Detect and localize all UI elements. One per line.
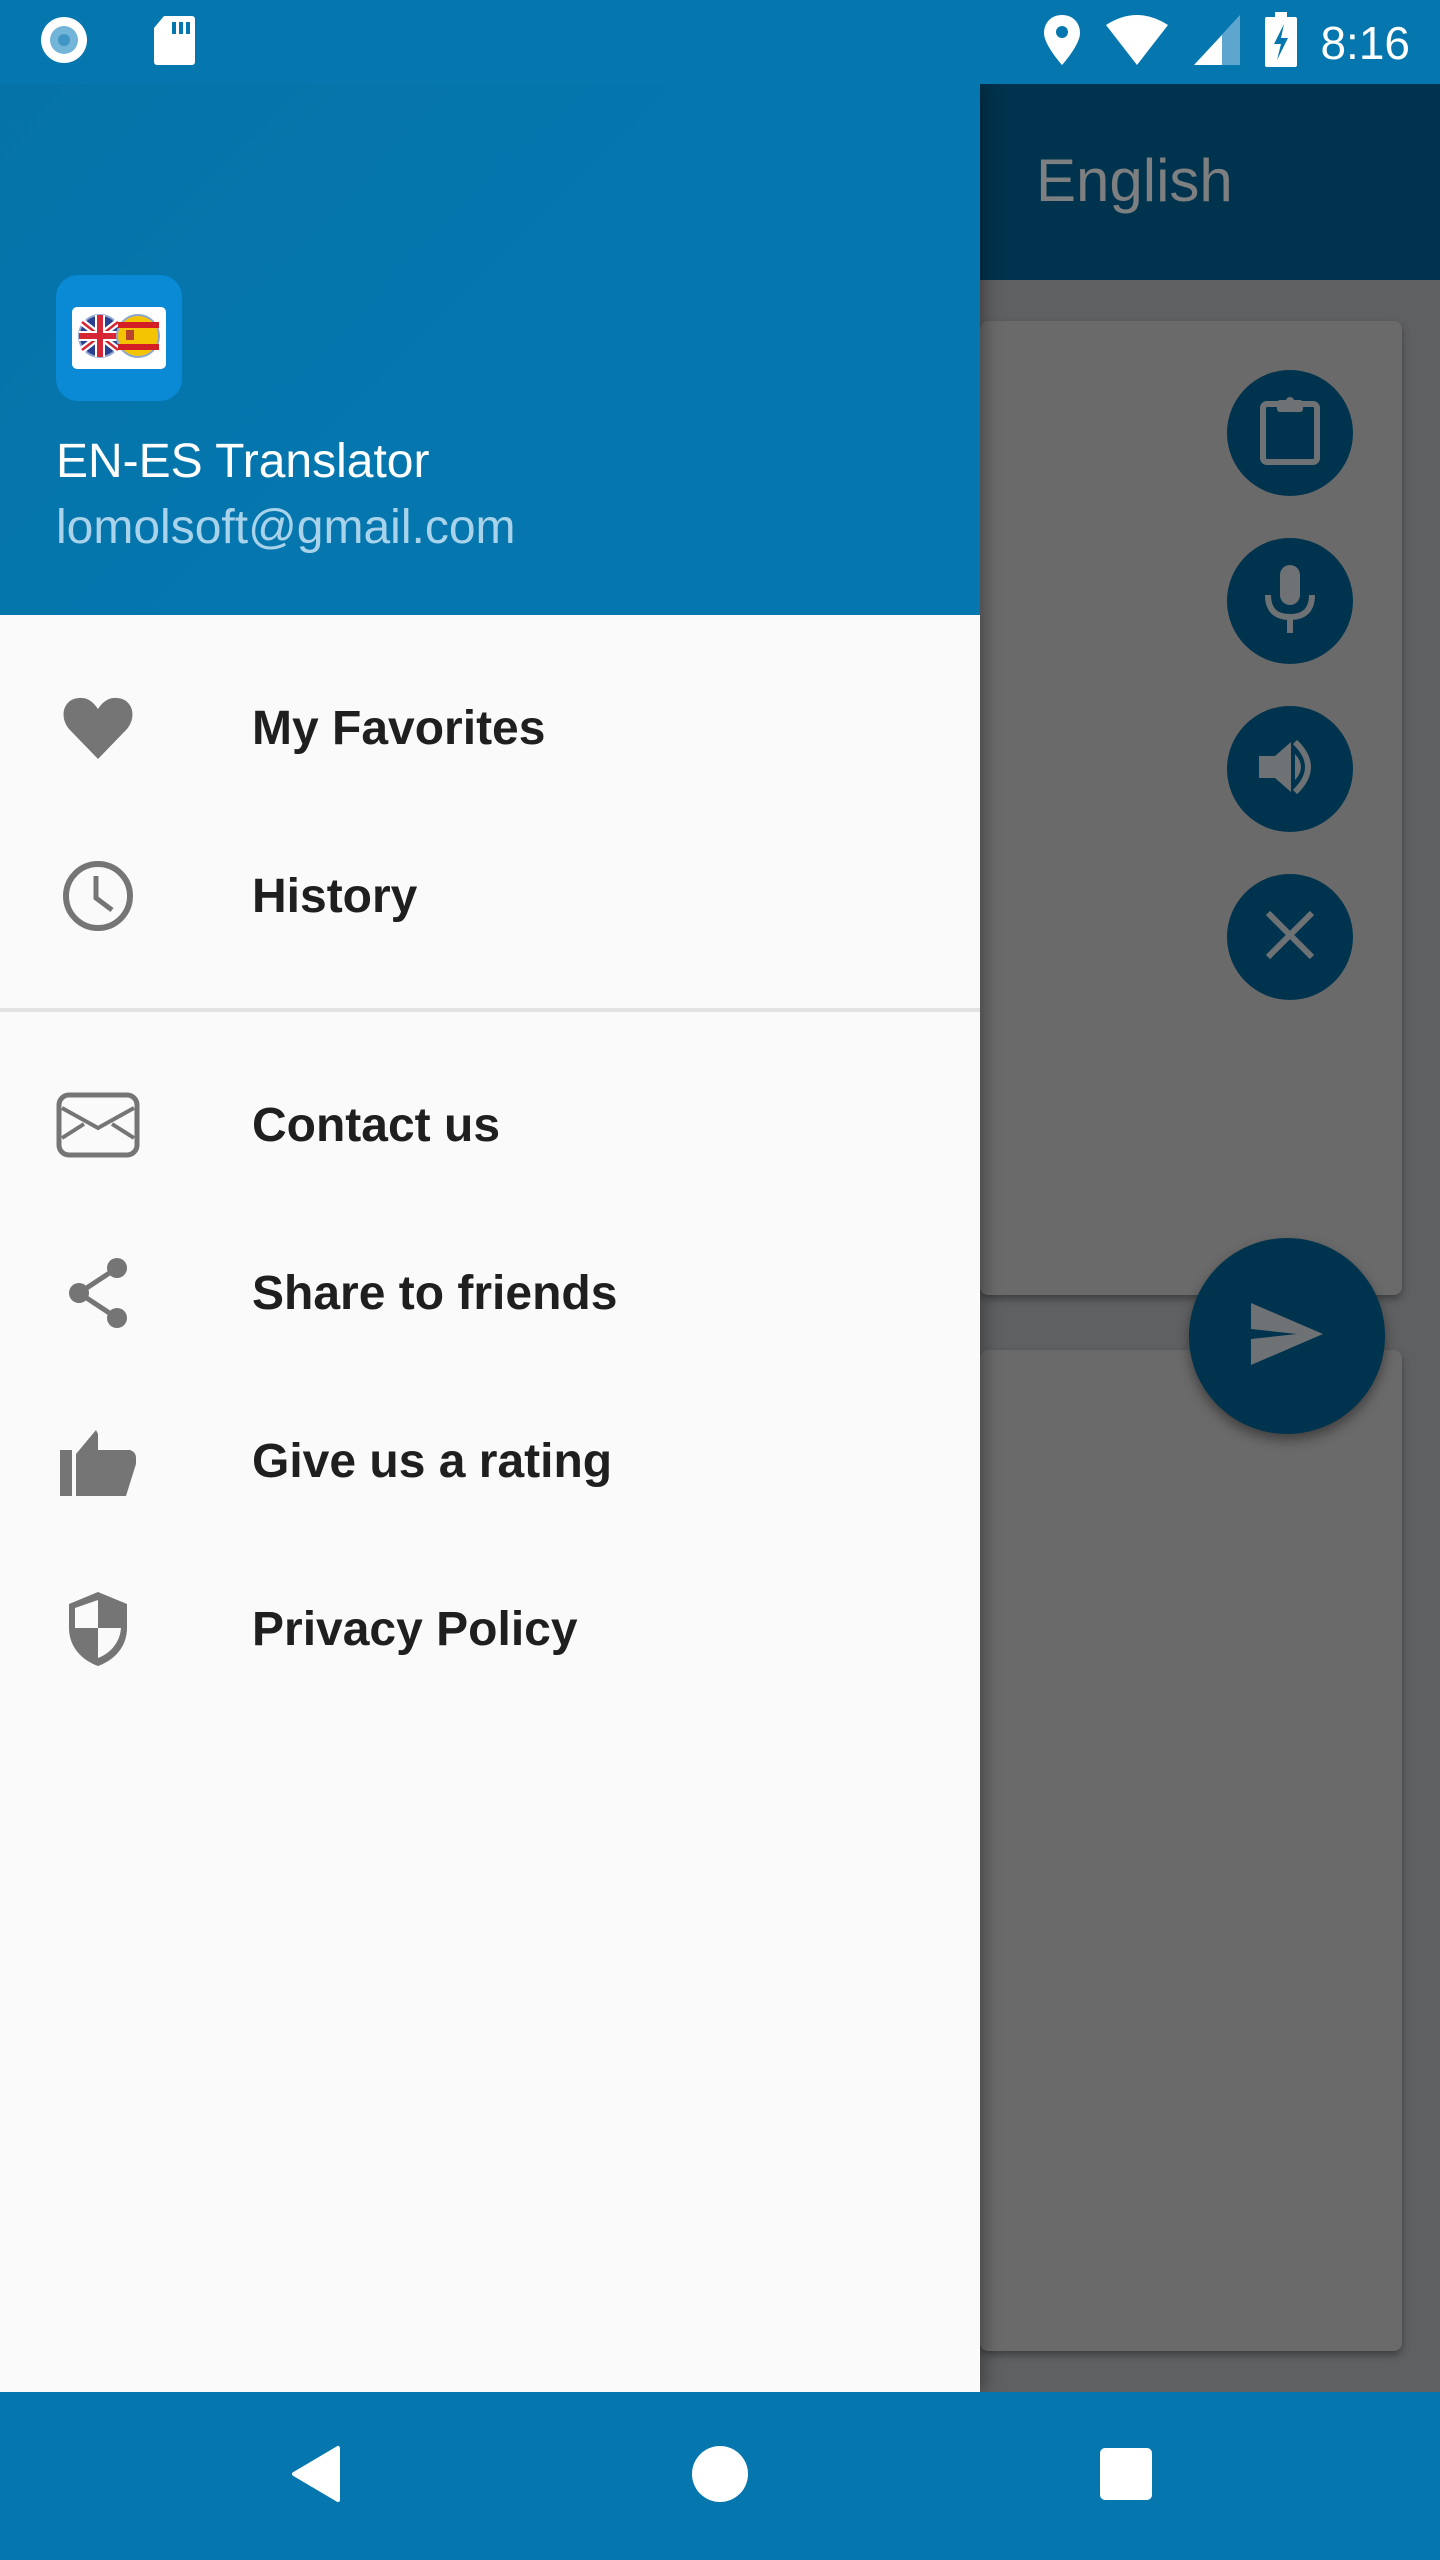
send-icon: [1247, 1301, 1327, 1372]
menu-item-label: Privacy Policy: [252, 1602, 578, 1656]
home-button[interactable]: [678, 2434, 762, 2518]
menu-divider: [0, 1008, 980, 1012]
circle-notification-icon: [38, 14, 90, 71]
uk-spain-flags-logo: [74, 312, 164, 365]
menu-item-label: History: [252, 869, 418, 923]
drawer-header: EN-ES Translator lomolsoft@gmail.com: [0, 84, 980, 615]
translate-send-button[interactable]: [1189, 1238, 1385, 1434]
navigation-drawer: EN-ES Translator lomolsoft@gmail.com My …: [0, 84, 980, 2392]
back-button[interactable]: [274, 2434, 358, 2518]
output-card: [980, 1350, 1402, 2351]
home-icon: [691, 2445, 749, 2508]
heart-icon: [56, 686, 140, 770]
voice-input-button[interactable]: [1227, 538, 1353, 664]
share-icon: [56, 1251, 140, 1335]
app-bar: English: [980, 84, 1440, 280]
paste-button[interactable]: [1227, 370, 1353, 496]
menu-item-my-favorites[interactable]: My Favorites: [0, 644, 980, 812]
menu-item-label: My Favorites: [252, 701, 546, 755]
menu-item-privacy-policy[interactable]: Privacy Policy: [0, 1545, 980, 1713]
clear-button[interactable]: [1227, 874, 1353, 1000]
menu-item-label: Share to friends: [252, 1266, 618, 1320]
microphone-icon: [1260, 563, 1320, 640]
app-logo: [56, 275, 182, 401]
menu-item-give-us-a-rating[interactable]: Give us a rating: [0, 1377, 980, 1545]
shield-icon: [56, 1587, 140, 1671]
speak-button[interactable]: [1227, 706, 1353, 832]
location-icon: [1042, 13, 1082, 72]
drawer-email: lomolsoft@gmail.com: [56, 501, 516, 554]
sd-card-icon: [152, 14, 196, 71]
recents-button[interactable]: [1084, 2434, 1168, 2518]
battery-charging-icon: [1264, 12, 1298, 73]
system-nav-bar: [0, 2392, 1440, 2560]
clipboard-icon: [1257, 396, 1323, 471]
source-language-label[interactable]: English: [1036, 146, 1233, 215]
status-time: 8:16: [1320, 16, 1410, 69]
thumbs-up-icon: [56, 1419, 140, 1503]
back-icon: [288, 2444, 344, 2509]
clock-icon: [56, 854, 140, 938]
close-icon: [1262, 907, 1318, 968]
recents-icon: [1099, 2447, 1153, 2506]
menu-item-history[interactable]: History: [0, 812, 980, 980]
signal-icon: [1192, 13, 1242, 72]
mail-icon: [56, 1083, 140, 1167]
wifi-icon: [1104, 13, 1170, 72]
menu-item-contact-us[interactable]: Contact us: [0, 1041, 980, 1209]
menu-item-label: Give us a rating: [252, 1434, 613, 1488]
drawer-app-name: EN-ES Translator: [56, 435, 430, 488]
status-bar: 8:16: [0, 0, 1440, 84]
speaker-icon: [1255, 732, 1325, 807]
menu-item-label: Contact us: [252, 1098, 501, 1152]
menu-item-share-to-friends[interactable]: Share to friends: [0, 1209, 980, 1377]
